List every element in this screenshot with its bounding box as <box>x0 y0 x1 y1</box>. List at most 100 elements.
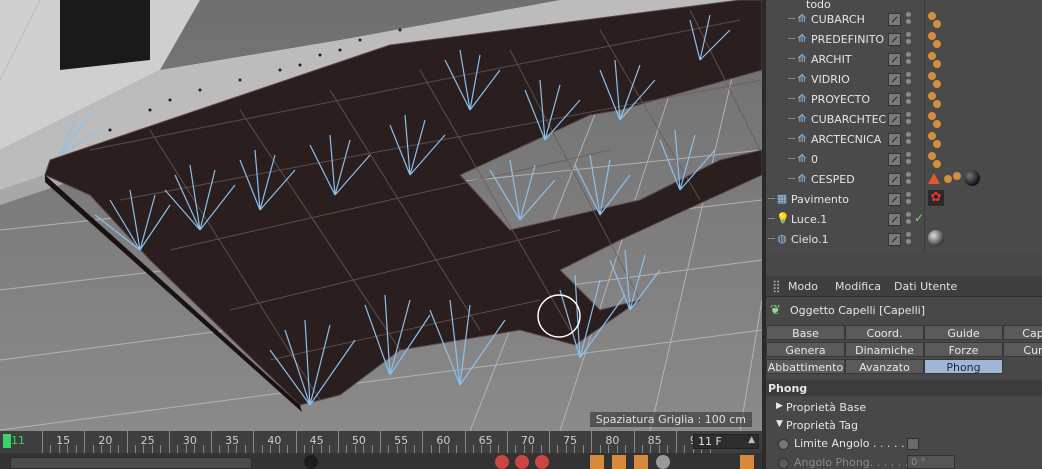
record-key-icon[interactable] <box>495 455 509 469</box>
menu-modifica[interactable]: Modifica <box>835 280 881 293</box>
animation-dot-icon[interactable] <box>778 458 789 469</box>
hair-dot-icon[interactable] <box>933 140 941 148</box>
menu-modo[interactable]: Modo <box>788 280 818 293</box>
hair-dot-icon[interactable] <box>928 72 936 80</box>
layer-checkbox[interactable] <box>888 13 901 26</box>
hair-dot-icon[interactable] <box>928 52 936 60</box>
hair-dot-icon[interactable] <box>933 160 941 168</box>
layer-checkbox[interactable] <box>888 53 901 66</box>
layer-checkbox[interactable] <box>888 113 901 126</box>
auto-key-icon[interactable] <box>515 455 529 469</box>
hair-tag-icon[interactable] <box>928 173 940 184</box>
range-slider[interactable] <box>10 457 252 469</box>
material-ball-icon[interactable] <box>964 170 980 186</box>
scale-key-icon[interactable] <box>612 455 626 469</box>
timeline-tick <box>675 431 677 453</box>
keyframe-selection-icon[interactable] <box>535 455 549 469</box>
visibility-dots-icon[interactable] <box>906 12 912 26</box>
timeline-tick <box>532 445 534 453</box>
visibility-dots-icon[interactable] <box>906 52 912 66</box>
checkmark-icon[interactable]: ✓ <box>914 211 924 225</box>
tab-coord-[interactable]: Coord. <box>845 325 924 340</box>
viewport-3d[interactable]: Spaziatura Griglia : 100 cm <box>0 0 762 431</box>
object-row-cielo-1[interactable]: ◍ Cielo.1 <box>766 229 1042 249</box>
tab-base[interactable]: Base <box>766 325 845 340</box>
hair-dot-icon[interactable] <box>933 80 941 88</box>
tab-cur[interactable]: Cur <box>1003 342 1042 357</box>
timeline[interactable]: 11 15202530354045505560657075808590 11 F… <box>0 431 762 469</box>
layer-checkbox[interactable] <box>888 153 901 166</box>
menu-dati-utente[interactable]: Dati Utente <box>894 280 957 293</box>
group-proprieta-tag[interactable]: ▼ Proprietà Tag <box>766 418 1042 434</box>
hair-dot-icon[interactable] <box>953 172 961 180</box>
layer-checkbox[interactable] <box>888 213 901 226</box>
object-row-pavimento[interactable]: ▦ Pavimento ✿ <box>766 189 1042 209</box>
playhead-marker[interactable] <box>3 434 11 448</box>
param-key-icon[interactable] <box>656 455 670 469</box>
angolo-phong-input[interactable]: 0 ° <box>907 455 955 469</box>
tab-abbattimento[interactable]: Abbattimento <box>766 359 845 374</box>
object-row-luce-1[interactable]: 💡 Luce.1 ✓ <box>766 209 1042 229</box>
group-proprieta-base[interactable]: ▶ Proprietà Base <box>766 400 1042 416</box>
hair-dot-icon[interactable] <box>944 175 952 183</box>
layer-checkbox[interactable] <box>888 173 901 186</box>
visibility-dots-icon[interactable] <box>906 172 912 186</box>
animation-dot-icon[interactable] <box>778 439 789 450</box>
layer-checkbox[interactable] <box>888 133 901 146</box>
visibility-dots-icon[interactable] <box>906 192 912 206</box>
tab-dinamiche[interactable]: Dinamiche <box>845 342 924 357</box>
visibility-dots-icon[interactable] <box>906 232 912 246</box>
object-row-predefinito[interactable]: ⟰ PREDEFINITO <box>766 29 1042 49</box>
layer-checkbox[interactable] <box>888 193 901 206</box>
hair-dot-icon[interactable] <box>928 92 936 100</box>
hair-dot-icon[interactable] <box>928 32 936 40</box>
object-row-cubarchtec[interactable]: ⟰ CUBARCHTEC <box>766 109 1042 129</box>
visibility-dots-icon[interactable] <box>906 32 912 46</box>
hair-dot-icon[interactable] <box>933 60 941 68</box>
hair-dot-icon[interactable] <box>928 132 936 140</box>
move-key-icon[interactable] <box>590 455 604 469</box>
timeline-tick <box>625 445 627 453</box>
object-row-cesped[interactable]: ⟰ CESPED <box>766 169 1042 189</box>
object-row-cubarch[interactable]: ⟰ CUBARCH <box>766 9 1042 29</box>
object-row-proyecto[interactable]: ⟰ PROYECTO <box>766 89 1042 109</box>
rotate-key-icon[interactable] <box>634 455 648 469</box>
visibility-dots-icon[interactable] <box>906 132 912 146</box>
visibility-dots-icon[interactable] <box>906 72 912 86</box>
sky-material-icon[interactable] <box>928 230 944 246</box>
tab-guide[interactable]: Guide <box>924 325 1003 340</box>
visibility-dots-icon[interactable] <box>906 212 912 226</box>
layer-checkbox[interactable] <box>888 233 901 246</box>
tab-avanzato[interactable]: Avanzato <box>845 359 924 374</box>
object-name: PREDEFINITO <box>811 33 885 46</box>
timeline-tick <box>456 445 458 453</box>
timeline-tick <box>287 445 289 453</box>
tab-cap[interactable]: Cap <box>1003 325 1042 340</box>
timeline-tick <box>50 445 52 453</box>
hair-dot-icon[interactable] <box>928 12 936 20</box>
layer-checkbox[interactable] <box>888 73 901 86</box>
object-row-arctecnica[interactable]: ⟰ ARCTECNICA <box>766 129 1042 149</box>
object-row-vidrio[interactable]: ⟰ VIDRIO <box>766 69 1042 89</box>
visibility-dots-icon[interactable] <box>906 112 912 126</box>
record-icon[interactable] <box>304 455 318 469</box>
hair-dot-icon[interactable] <box>933 120 941 128</box>
hair-dot-icon[interactable] <box>928 152 936 160</box>
object-row-archit[interactable]: ⟰ ARCHIT <box>766 49 1042 69</box>
pla-key-icon[interactable] <box>740 455 754 469</box>
object-row-0[interactable]: ⟰ 0 <box>766 149 1042 169</box>
layer-checkbox[interactable] <box>888 93 901 106</box>
tab-forze[interactable]: Forze <box>924 342 1003 357</box>
floor-texture-tag-icon[interactable]: ✿ <box>928 190 944 206</box>
frame-field[interactable]: 11 F ▲ <box>693 434 759 449</box>
limite-angolo-checkbox[interactable] <box>907 438 919 450</box>
hair-dot-icon[interactable] <box>933 20 941 28</box>
layer-checkbox[interactable] <box>888 33 901 46</box>
visibility-dots-icon[interactable] <box>906 92 912 106</box>
visibility-dots-icon[interactable] <box>906 152 912 166</box>
hair-dot-icon[interactable] <box>933 100 941 108</box>
tab-phong[interactable]: Phong <box>924 359 1003 374</box>
hair-dot-icon[interactable] <box>933 40 941 48</box>
hair-dot-icon[interactable] <box>928 112 936 120</box>
tab-genera[interactable]: Genera <box>766 342 845 357</box>
